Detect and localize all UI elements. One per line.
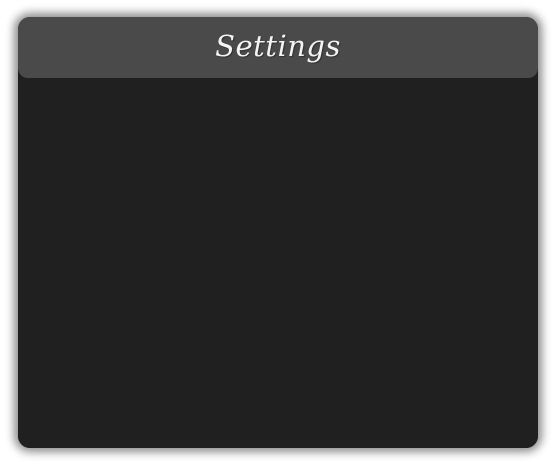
stage: Settings xyxy=(0,0,557,468)
window-title: Settings xyxy=(215,28,341,63)
settings-window: Settings xyxy=(18,17,538,448)
title-bar: Settings xyxy=(18,17,538,78)
settings-content-area xyxy=(18,78,538,448)
